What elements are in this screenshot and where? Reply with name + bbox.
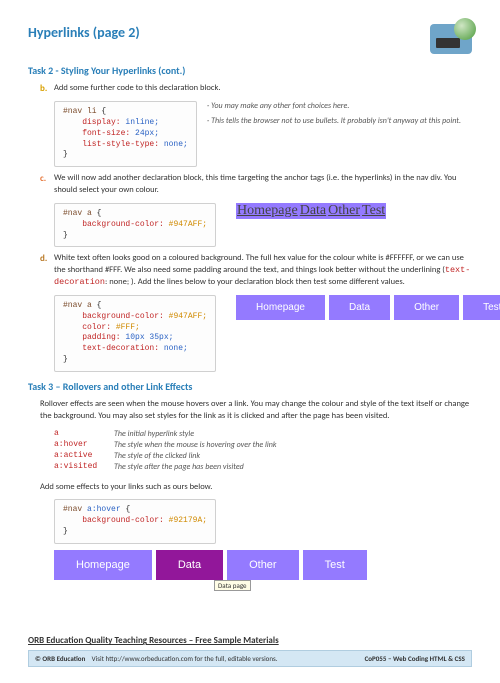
hover-tooltip: Data page — [214, 580, 251, 591]
task3-code-row: #nav a:hover { background-color: #92179A… — [54, 499, 472, 543]
code-block: #nav a:hover { background-color: #92179A… — [54, 499, 216, 543]
footer-right: CoP055 – Web Coding HTML & CSS — [365, 654, 465, 663]
demo-link-hovered: Data — [156, 550, 223, 580]
page-header: Hyperlinks (page 2) — [28, 20, 472, 56]
demo-link: Data — [329, 295, 390, 320]
marker-c: c. — [40, 173, 54, 197]
task3-heading: Task 3 – Rollovers and other Link Effect… — [28, 380, 472, 393]
code-block: #nav li { display: inline; font-size: 24… — [54, 101, 197, 167]
demo-link: Homepage — [54, 550, 152, 580]
task2-item-c: c. We will now add another declaration b… — [40, 173, 472, 197]
pseudo-class-table: aThe initial hyperlink style a:hoverThe … — [54, 429, 472, 472]
page-title: Hyperlinks (page 2) — [28, 24, 140, 41]
table-row: a:visitedThe style after the page has be… — [54, 462, 472, 472]
page-footer: ORB Education Quality Teaching Resources… — [28, 633, 472, 667]
task2-d-text: White text often looks good on a coloure… — [54, 253, 472, 289]
task2-c-code-row: #nav a { background-color: #947AFF; } Ho… — [54, 203, 472, 247]
demo-link: Homepage — [236, 203, 299, 219]
task2-heading: Task 2 - Styling Your Hyperlinks (cont.) — [28, 64, 472, 77]
code-block: #nav a { background-color: #947AFF; } — [54, 203, 216, 247]
demo-link: Data — [299, 203, 327, 219]
demo-nav-plain: Homepage Data Other Test — [236, 203, 386, 219]
task3-intro: Rollover effects are seen when the mouse… — [40, 399, 472, 423]
demo-nav-styled: Homepage Data Other Test — [236, 295, 500, 320]
table-row: a:hoverThe style when the mouse is hover… — [54, 440, 472, 450]
code-block: #nav a { background-color: #947AFF; colo… — [54, 295, 216, 372]
table-row: aThe initial hyperlink style — [54, 429, 472, 439]
task2-b-notes: You may make any other font choices here… — [207, 101, 461, 127]
task2-c-text: We will now add another declaration bloc… — [54, 173, 472, 197]
task2-b-text: Add some further code to this declaratio… — [54, 83, 220, 95]
demo-link: Test — [303, 550, 367, 580]
task2-b-code-row: #nav li { display: inline; font-size: 24… — [54, 101, 472, 167]
demo-link: Other — [394, 295, 459, 320]
document-page: Hyperlinks (page 2) Task 2 - Styling You… — [0, 0, 500, 683]
footer-title: ORB Education Quality Teaching Resources… — [28, 633, 472, 648]
demo-link: Test — [463, 295, 500, 320]
marker-b: b. — [40, 83, 54, 95]
demo-link: Test — [361, 203, 386, 219]
task2-item-b: b. Add some further code to this declara… — [40, 83, 472, 95]
demo-link: Homepage — [236, 295, 325, 320]
task2-item-d: d. White text often looks good on a colo… — [40, 253, 472, 289]
footer-bar: © ORB Education Visit http://www.orbeduc… — [28, 650, 472, 667]
task2-d-code-row: #nav a { background-color: #947AFF; colo… — [54, 295, 472, 372]
orb-logo-icon — [430, 20, 472, 56]
demo-link: Other — [327, 203, 361, 219]
note-line: This tells the browser not to use bullet… — [207, 116, 461, 127]
task3-instruction: Add some effects to your links such as o… — [40, 482, 472, 494]
footer-left: © ORB Education Visit http://www.orbeduc… — [35, 654, 278, 663]
table-row: a:activeThe style of the clicked link — [54, 451, 472, 461]
demo-link: Other — [227, 550, 299, 580]
demo-nav-hover: Homepage Data Other Test Data page — [54, 550, 472, 580]
marker-d: d. — [40, 253, 54, 289]
note-line: You may make any other font choices here… — [207, 101, 461, 112]
